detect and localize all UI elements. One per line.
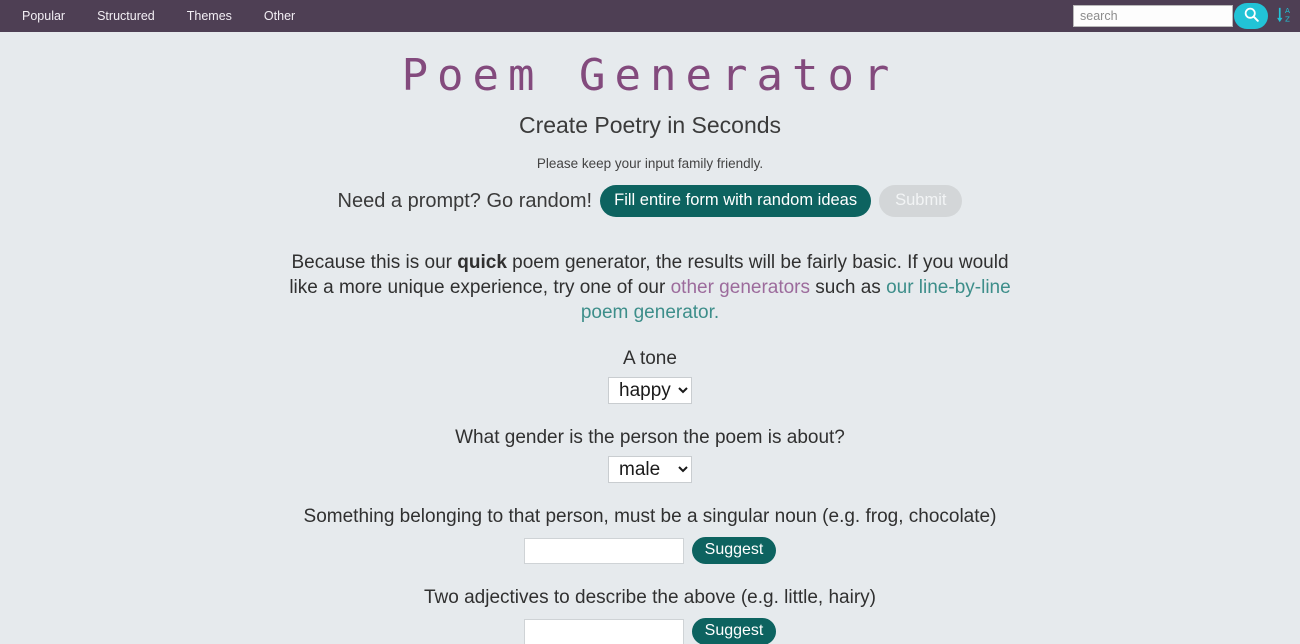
noun-suggest-button[interactable]: Suggest	[691, 536, 777, 565]
nav-links-group: Popular Structured Themes Other	[0, 0, 311, 32]
search-button[interactable]	[1234, 3, 1268, 29]
top-navigation-bar: Popular Structured Themes Other A Z	[0, 0, 1300, 32]
page-content: Poem Generator Create Poetry in Seconds …	[0, 50, 1300, 644]
blurb-bold-quick: quick	[457, 251, 507, 273]
sort-alphabetical-button[interactable]: A Z	[1272, 3, 1296, 29]
nav-item-popular[interactable]: Popular	[6, 0, 81, 32]
tone-select[interactable]: happy	[608, 377, 692, 405]
gender-select-wrap: male	[0, 456, 1300, 484]
intro-blurb: Because this is our quick poem generator…	[280, 250, 1020, 326]
adjective-1-input[interactable]	[523, 618, 684, 644]
nav-item-structured[interactable]: Structured	[81, 0, 171, 32]
adjectives-label: Two adjectives to describe the above (e.…	[423, 587, 876, 609]
tone-select-wrap: happy	[0, 377, 1300, 405]
search-input[interactable]	[1073, 5, 1233, 27]
noun-label: Something belonging to that person, must…	[303, 506, 997, 528]
submit-button[interactable]: Submit	[879, 185, 963, 217]
gender-select[interactable]: male	[608, 456, 692, 484]
noun-input[interactable]	[523, 537, 684, 564]
page-title: Poem Generator	[401, 50, 899, 101]
nav-search-group: A Z	[1073, 0, 1296, 32]
other-generators-link[interactable]: other generators	[671, 277, 810, 298]
sort-alpha-down-icon: A Z	[1275, 5, 1294, 27]
nav-item-other[interactable]: Other	[248, 0, 311, 32]
nav-item-themes[interactable]: Themes	[171, 0, 248, 32]
svg-text:Z: Z	[1284, 15, 1289, 24]
gender-label: What gender is the person the poem is ab…	[455, 427, 845, 449]
random-prompt-label: Need a prompt? Go random!	[337, 189, 593, 212]
search-icon	[1243, 6, 1260, 26]
page-tagline: Create Poetry in Seconds	[518, 112, 782, 139]
adjective-1-row: Suggest	[0, 618, 1300, 644]
blurb-part-1: Because this is our	[291, 251, 458, 273]
fill-random-button[interactable]: Fill entire form with random ideas	[600, 185, 872, 217]
blurb-part-3: such as	[810, 276, 887, 298]
adjective-1-suggest-button[interactable]: Suggest	[691, 618, 777, 644]
random-prompt-row: Need a prompt? Go random! Fill entire fo…	[0, 185, 1300, 217]
noun-input-row: Suggest	[0, 536, 1300, 565]
tone-label: A tone	[623, 348, 677, 370]
family-friendly-notice: Please keep your input family friendly.	[536, 156, 764, 172]
